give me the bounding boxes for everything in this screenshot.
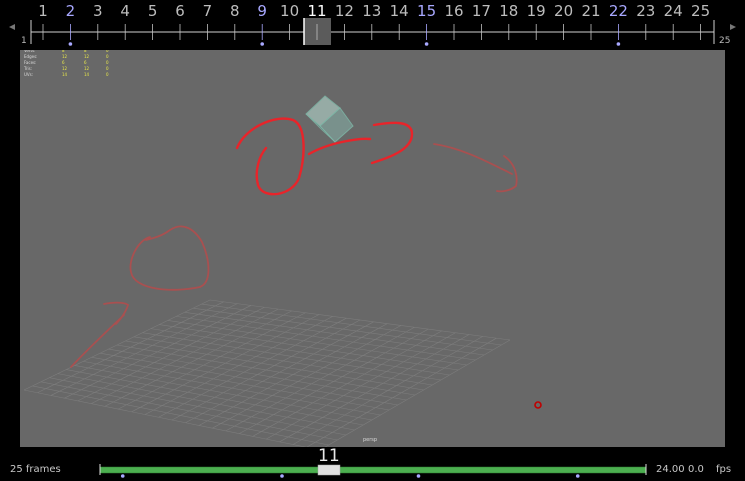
frame-label-17[interactable]: 17 [472,2,491,20]
grid-line [225,327,415,432]
grid-line [209,299,511,341]
frame-label-6[interactable]: 6 [175,2,185,20]
time-ruler[interactable]: 1 2 3 4 5 6 7 8 9 10 11 12 13 14 15 16 17 18 19 20 21 22 23 24 2… [0,0,745,50]
offset-value: 0.0 [688,464,704,475]
frame-label-2[interactable]: 2 [66,2,76,20]
range-slider-track[interactable] [99,466,647,474]
frame-label-23[interactable]: 23 [636,2,655,20]
keyframe-marker[interactable] [424,42,429,46]
grid-line [252,330,442,437]
frame-label-8[interactable]: 8 [230,2,240,20]
grid-line [324,339,511,447]
frame-label-10[interactable]: 10 [280,2,299,20]
cube-mesh[interactable] [305,95,354,143]
slider-keyframe-marker[interactable] [575,474,580,478]
slider-playhead[interactable] [317,464,341,476]
step-forward-icon[interactable] [730,24,736,30]
frame-label-12[interactable]: 12 [335,2,354,20]
frame-label-18[interactable]: 18 [499,2,518,20]
frame-label-22[interactable]: 22 [609,2,628,20]
grid-line [167,320,467,366]
frame-label-19[interactable]: 19 [527,2,546,20]
frame-label-13[interactable]: 13 [362,2,381,20]
range-slider[interactable] [96,461,656,481]
slider-keyframe-marker[interactable] [120,474,125,478]
origin-marker[interactable] [534,401,542,409]
annotation-stroke-swoosh [307,137,372,156]
annotation-stroke-loop [235,117,305,196]
slider-keyframe-marker[interactable] [416,474,421,478]
fps-unit-label: fps [716,464,732,475]
frame-label-20[interactable]: 20 [554,2,573,20]
range-start-label: 1 [21,36,27,46]
keyframe-marker[interactable] [616,42,621,46]
grid-line [266,332,456,440]
frame-label-3[interactable]: 3 [93,2,103,20]
frame-label-9[interactable]: 9 [257,2,267,20]
grid-line [292,336,483,445]
frame-count-label: 25 frames [10,464,61,475]
annotation-stroke-circle [129,225,210,291]
annotation-stroke-hook [370,121,414,165]
keyframe-marker[interactable] [260,42,265,46]
grid-line [279,334,470,443]
ground-grid [23,299,511,447]
frame-label-7[interactable]: 7 [203,2,213,20]
frame-label-4[interactable]: 4 [120,2,130,20]
frame-label-14[interactable]: 14 [390,2,409,20]
viewport-persp[interactable]: Verts: 8 8 0 Edges: 12 12 0 Faces: 6 6 0 Tris: 12 12 0 U… [20,50,725,447]
grid-line [239,328,429,434]
range-end-label: 25 [719,36,731,46]
timeline[interactable]: 1 2 3 4 5 6 7 8 9 10 11 12 13 14 15 16 17 18 19 20 21 22 23 24 2… [0,0,745,50]
viewport-scene [23,95,542,447]
frame-label-21[interactable]: 21 [581,2,600,20]
frame-label-5[interactable]: 5 [148,2,158,20]
frame-label-24[interactable]: 24 [664,2,683,20]
fps-value: 24.00 [656,464,685,475]
current-frame-highlight[interactable] [304,18,331,45]
grid-line [159,324,459,371]
frame-label-1[interactable]: 1 [38,2,48,20]
grid-line [306,337,497,447]
range-bar: 25 frames 11 24.00 0.0 fps [0,446,745,481]
grid-line [23,389,307,447]
slider-keyframe-marker[interactable] [280,474,284,478]
annotation-arrow-up-right [70,301,130,368]
step-back-icon[interactable] [9,24,15,30]
frame-label-25[interactable]: 25 [691,2,710,20]
frame-label-15[interactable]: 15 [417,2,436,20]
frame-label-16[interactable]: 16 [444,2,463,20]
keyframe-marker[interactable] [68,42,73,46]
annotation-arrow-right [433,143,518,193]
frame-label-11[interactable]: 11 [307,2,326,20]
grid-line [201,303,502,346]
camera-label: persp [363,437,378,443]
